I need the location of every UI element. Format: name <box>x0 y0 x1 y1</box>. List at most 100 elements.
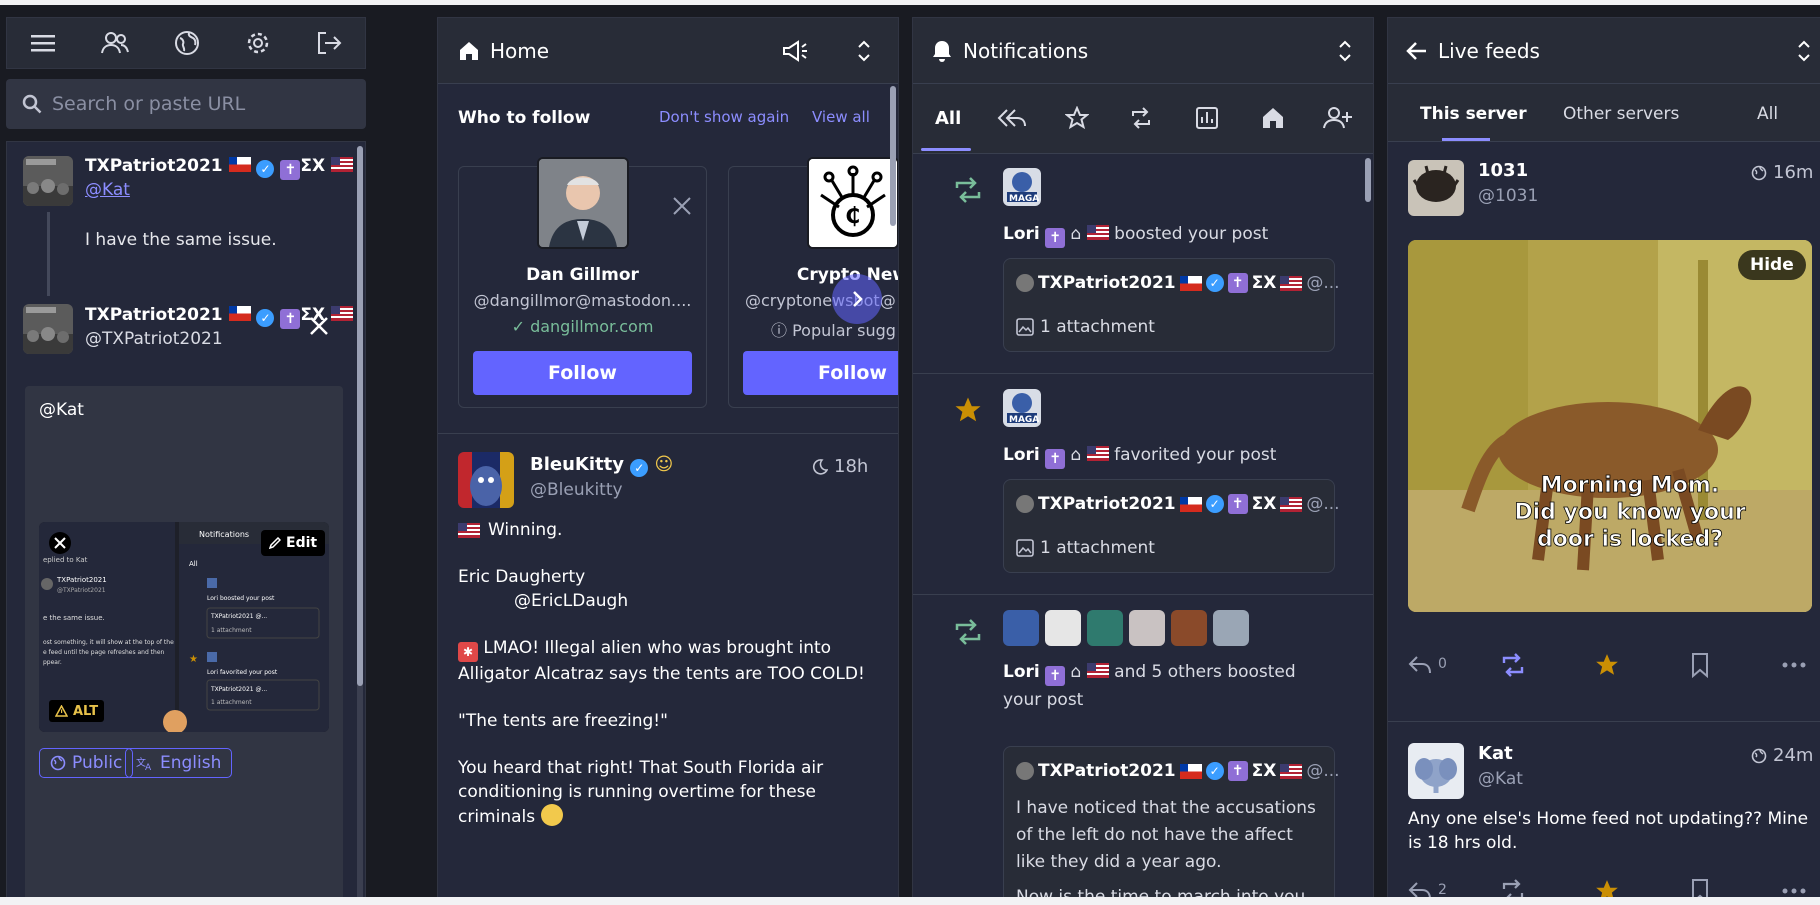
avatar[interactable] <box>1213 610 1249 646</box>
scrollbar-thumb[interactable] <box>890 86 896 226</box>
dont-show-link[interactable]: Don't show again <box>659 108 789 126</box>
post-media[interactable]: Morning Mom. Did you know your door is l… <box>1408 240 1812 612</box>
close-icon[interactable] <box>309 316 329 336</box>
tab-all[interactable]: All <box>935 108 961 129</box>
avatar[interactable] <box>1171 610 1207 646</box>
follow-button[interactable]: Follow <box>743 351 898 395</box>
reply-handle[interactable]: @Kat <box>85 180 130 200</box>
tab-mentions-reply-icon[interactable] <box>997 106 1027 130</box>
view-all-link[interactable]: View all <box>812 108 870 126</box>
caption-line: door is locked? <box>1537 527 1723 552</box>
tab-this-server[interactable]: This server <box>1420 104 1527 124</box>
avatar <box>1016 274 1034 292</box>
avatar[interactable]: MAGA <box>1003 168 1041 206</box>
carousel-next-icon[interactable] <box>832 274 882 324</box>
svg-text:ppear.: ppear. <box>43 659 62 666</box>
quoted-post[interactable]: TXPatriot2021 ✓ ✝ ΣΧ @... 1 attachment <box>1003 258 1340 352</box>
notifications-column: Notifications All MAGA Lori ✝ ⌂ boosted … <box>912 17 1374 905</box>
back-arrow-icon[interactable] <box>1406 41 1428 61</box>
bookmark-icon[interactable] <box>1690 652 1710 678</box>
status-post[interactable]: BleuKitty ✓ ☺ @Bleukitty 18h Winning. Er… <box>438 434 898 905</box>
expand-icon[interactable] <box>1796 39 1812 63</box>
svg-text:ost something, it will show at: ost something, it will show at the top o… <box>43 639 174 646</box>
card-name[interactable]: Dan Gillmor <box>459 265 706 285</box>
people-icon[interactable] <box>100 31 129 55</box>
edit-button[interactable]: Edit <box>261 530 326 556</box>
more-icon[interactable] <box>1782 888 1806 894</box>
logout-icon[interactable] <box>316 31 342 55</box>
notification-item[interactable]: MAGA Lori ✝ ⌂ favorited your post TXPatr… <box>913 375 1373 595</box>
svg-text:TXPatriot2021: TXPatriot2021 <box>56 576 107 584</box>
remove-attachment-icon[interactable] <box>49 532 71 554</box>
more-icon[interactable] <box>1782 662 1806 668</box>
post-body: Winning. Eric Daugherty @EricLDaugh ✱ LM… <box>458 520 865 827</box>
reply-author: TXPatriot2021 ✓ ✝ ΣΧ <box>85 156 354 180</box>
dismiss-icon[interactable] <box>673 197 691 215</box>
avatar[interactable] <box>1045 610 1081 646</box>
page-title: Live feeds <box>1438 38 1540 63</box>
post-author[interactable]: BleuKitty ✓ ☺ <box>530 454 673 477</box>
tab-follows-icon[interactable] <box>1323 106 1353 130</box>
favorite-star-icon[interactable] <box>1594 652 1620 678</box>
language-button[interactable]: 文A English <box>125 748 233 778</box>
scrollbar-thumb[interactable] <box>357 146 363 686</box>
compose-textarea[interactable]: @Kat Notifications eplied to Kat TXPatri… <box>25 386 343 905</box>
avatar[interactable] <box>1087 610 1123 646</box>
status-post[interactable]: 1031 @1031 16m Morning Mom. Did you know… <box>1388 142 1820 722</box>
gear-icon[interactable] <box>245 30 271 56</box>
globe-icon[interactable] <box>174 30 200 56</box>
notification-item[interactable]: Lori ✝ ⌂ and 5 others boosted your post … <box>913 596 1373 905</box>
bell-icon <box>931 39 953 63</box>
caption-line: Did you know your <box>1514 500 1745 525</box>
menu-icon[interactable] <box>30 32 56 54</box>
tab-favorites-star-icon[interactable] <box>1065 106 1089 130</box>
announcement-icon[interactable] <box>782 39 810 62</box>
follow-button[interactable]: Follow <box>473 351 692 395</box>
search-box[interactable]: Search or paste URL <box>6 79 366 129</box>
notification-text: Lori ✝ ⌂ and 5 others boosted your post <box>1003 662 1296 710</box>
who-to-follow: Who to follow Don't show again View all … <box>438 84 898 434</box>
avatar-stack <box>1003 610 1249 646</box>
reply-icon[interactable] <box>1408 654 1432 676</box>
notification-item[interactable]: MAGA Lori ✝ ⌂ boosted your post TXPatrio… <box>913 154 1373 374</box>
tab-polls-icon[interactable] <box>1195 106 1219 130</box>
post-time[interactable]: 16m <box>1751 162 1813 183</box>
tab-boosts-icon[interactable] <box>1129 106 1153 130</box>
card-handle: @dangillmor@mastodon.... <box>473 291 692 310</box>
visibility-button[interactable]: Public <box>39 748 134 778</box>
quoted-post[interactable]: TXPatriot2021 ✓ ✝ ΣΧ @... I have noticed t… <box>1003 746 1340 905</box>
account-handle: @TXPatriot2021 <box>85 329 223 349</box>
tab-all[interactable]: All <box>1757 104 1778 124</box>
post-author[interactable]: Kat <box>1478 743 1513 764</box>
avatar[interactable] <box>1003 610 1039 646</box>
attachment-thumbnail[interactable]: Notifications eplied to Kat TXPatriot202… <box>39 522 329 732</box>
boost-icon[interactable] <box>1500 652 1526 678</box>
compose-column: Search or paste URL TXPatriot2021 ✓ ✝ ΣΧ … <box>4 17 366 905</box>
post-time[interactable]: 24m <box>1751 745 1813 766</box>
alt-badge[interactable]: ALT <box>49 700 105 722</box>
laughing-emoji <box>540 804 563 826</box>
tab-other-servers[interactable]: Other servers <box>1563 104 1679 124</box>
avatar[interactable]: MAGA <box>1003 389 1041 427</box>
status-post[interactable]: Kat @Kat 24m Any one else's Home feed no… <box>1388 723 1820 905</box>
tab-home-icon[interactable] <box>1261 106 1285 130</box>
expand-icon[interactable] <box>1337 39 1353 63</box>
post-time[interactable]: 18h <box>812 456 868 477</box>
post-handle: @1031 <box>1478 186 1539 206</box>
warning-icon <box>55 705 68 717</box>
scrollbar-thumb[interactable] <box>1365 158 1371 202</box>
search-input[interactable]: Search or paste URL <box>52 93 245 115</box>
card-link[interactable]: ✓ dangillmor.com <box>459 317 706 336</box>
post-author[interactable]: 1031 <box>1478 160 1528 181</box>
boost-icon <box>953 176 983 204</box>
globe-icon <box>50 755 66 771</box>
home-icon <box>458 40 480 62</box>
star-icon <box>953 395 983 425</box>
hide-button[interactable]: Hide <box>1738 250 1806 280</box>
svg-text:eplied to Kat: eplied to Kat <box>43 556 88 564</box>
expand-icon[interactable] <box>856 39 872 63</box>
avatar[interactable] <box>1129 610 1165 646</box>
notification-text: Lori ✝ ⌂ favorited your post <box>1003 445 1277 469</box>
tab-indicator <box>1442 138 1490 141</box>
quoted-post[interactable]: TXPatriot2021 ✓ ✝ ΣΧ @... 1 attachment <box>1003 479 1340 573</box>
